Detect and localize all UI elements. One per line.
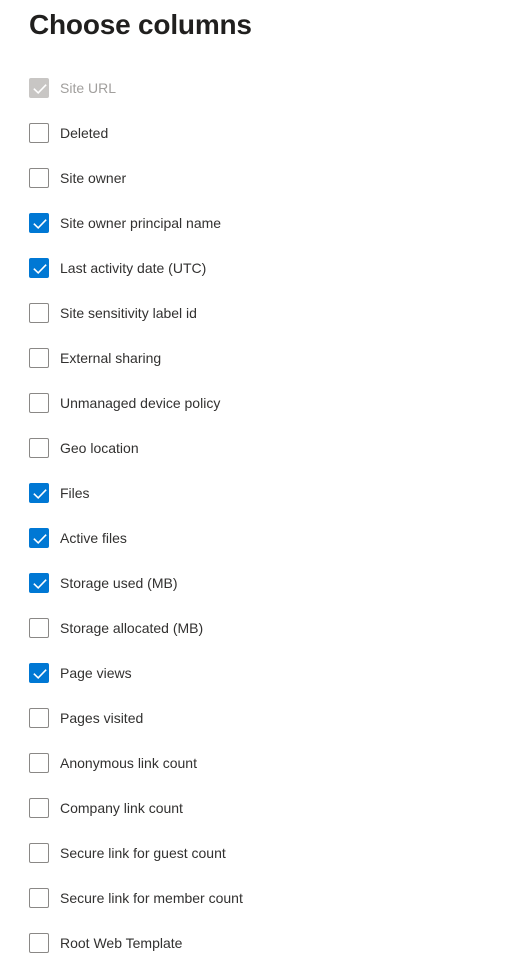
column-option-label: Site owner	[60, 169, 127, 186]
column-option[interactable]: Last activity date (UTC)	[0, 245, 506, 290]
choose-columns-panel: Choose columns Site URL Deleted Site owner…	[0, 0, 506, 973]
column-checkbox[interactable]	[29, 212, 49, 233]
column-checkbox[interactable]	[29, 482, 49, 503]
column-option-label: Deleted	[60, 124, 109, 141]
column-checkbox[interactable]	[29, 752, 49, 773]
column-option-label: Anonymous link count	[60, 754, 197, 771]
column-option[interactable]: Site owner	[0, 155, 506, 200]
column-option[interactable]: Geo location	[0, 425, 506, 470]
column-option[interactable]: Unmanaged device policy	[0, 380, 506, 425]
column-option-label: Site sensitivity label id	[60, 304, 197, 321]
column-option-label: Unmanaged device policy	[60, 394, 221, 411]
column-option-label: Files	[60, 484, 90, 501]
column-option-label: Site owner principal name	[60, 214, 222, 231]
checkmark-icon	[30, 484, 48, 502]
column-checkbox[interactable]	[29, 842, 49, 863]
column-option[interactable]: Storage allocated (MB)	[0, 605, 506, 650]
column-option-label: Last activity date (UTC)	[60, 259, 207, 276]
column-checkbox[interactable]	[29, 167, 49, 188]
column-option-label: Site URL	[60, 79, 117, 96]
column-option-label: Secure link for member count	[60, 889, 243, 906]
checkmark-icon	[30, 259, 48, 277]
column-checkbox[interactable]	[29, 527, 49, 548]
column-checkbox[interactable]	[29, 392, 49, 413]
column-option[interactable]: Storage used (MB)	[0, 560, 506, 605]
checkmark-icon	[30, 79, 48, 97]
column-checkbox[interactable]	[29, 707, 49, 728]
column-checkbox[interactable]	[29, 662, 49, 683]
column-option[interactable]: Pages visited	[0, 695, 506, 740]
column-option-label: Secure link for guest count	[60, 844, 226, 861]
column-option-list: Site URL Deleted Site owner Site owner prin…	[0, 65, 506, 965]
column-option[interactable]: Secure link for guest count	[0, 830, 506, 875]
column-option[interactable]: Deleted	[0, 110, 506, 155]
checkmark-icon	[30, 214, 48, 232]
column-checkbox[interactable]	[29, 932, 49, 953]
column-option-label: Active files	[60, 529, 127, 546]
column-option-label: Company link count	[60, 799, 183, 816]
column-checkbox[interactable]	[29, 122, 49, 143]
column-option-label: External sharing	[60, 349, 162, 366]
column-option[interactable]: Site sensitivity label id	[0, 290, 506, 335]
column-checkbox[interactable]	[29, 347, 49, 368]
column-option-label: Geo location	[60, 439, 139, 456]
column-checkbox[interactable]	[29, 797, 49, 818]
column-option[interactable]: Root Web Template	[0, 920, 506, 965]
checkmark-icon	[30, 664, 48, 682]
column-option[interactable]: Company link count	[0, 785, 506, 830]
checkmark-icon	[30, 574, 48, 592]
column-option[interactable]: Anonymous link count	[0, 740, 506, 785]
column-option[interactable]: Files	[0, 470, 506, 515]
column-option[interactable]: External sharing	[0, 335, 506, 380]
checkmark-icon	[30, 529, 48, 547]
column-option[interactable]: Secure link for member count	[0, 875, 506, 920]
column-checkbox[interactable]	[29, 572, 49, 593]
column-option-label: Pages visited	[60, 709, 144, 726]
column-checkbox[interactable]	[29, 302, 49, 323]
column-checkbox[interactable]	[29, 887, 49, 908]
column-checkbox[interactable]	[29, 617, 49, 638]
column-option-label: Storage used (MB)	[60, 574, 178, 591]
column-option-label: Root Web Template	[60, 934, 183, 951]
column-option[interactable]: Site owner principal name	[0, 200, 506, 245]
column-checkbox[interactable]	[29, 437, 49, 458]
column-option[interactable]: Page views	[0, 650, 506, 695]
column-option: Site URL	[0, 65, 506, 110]
column-checkbox[interactable]	[29, 257, 49, 278]
column-option-label: Storage allocated (MB)	[60, 619, 204, 636]
page-title: Choose columns	[29, 9, 252, 40]
column-checkbox	[29, 77, 49, 98]
column-option[interactable]: Active files	[0, 515, 506, 560]
column-option-label: Page views	[60, 664, 132, 681]
